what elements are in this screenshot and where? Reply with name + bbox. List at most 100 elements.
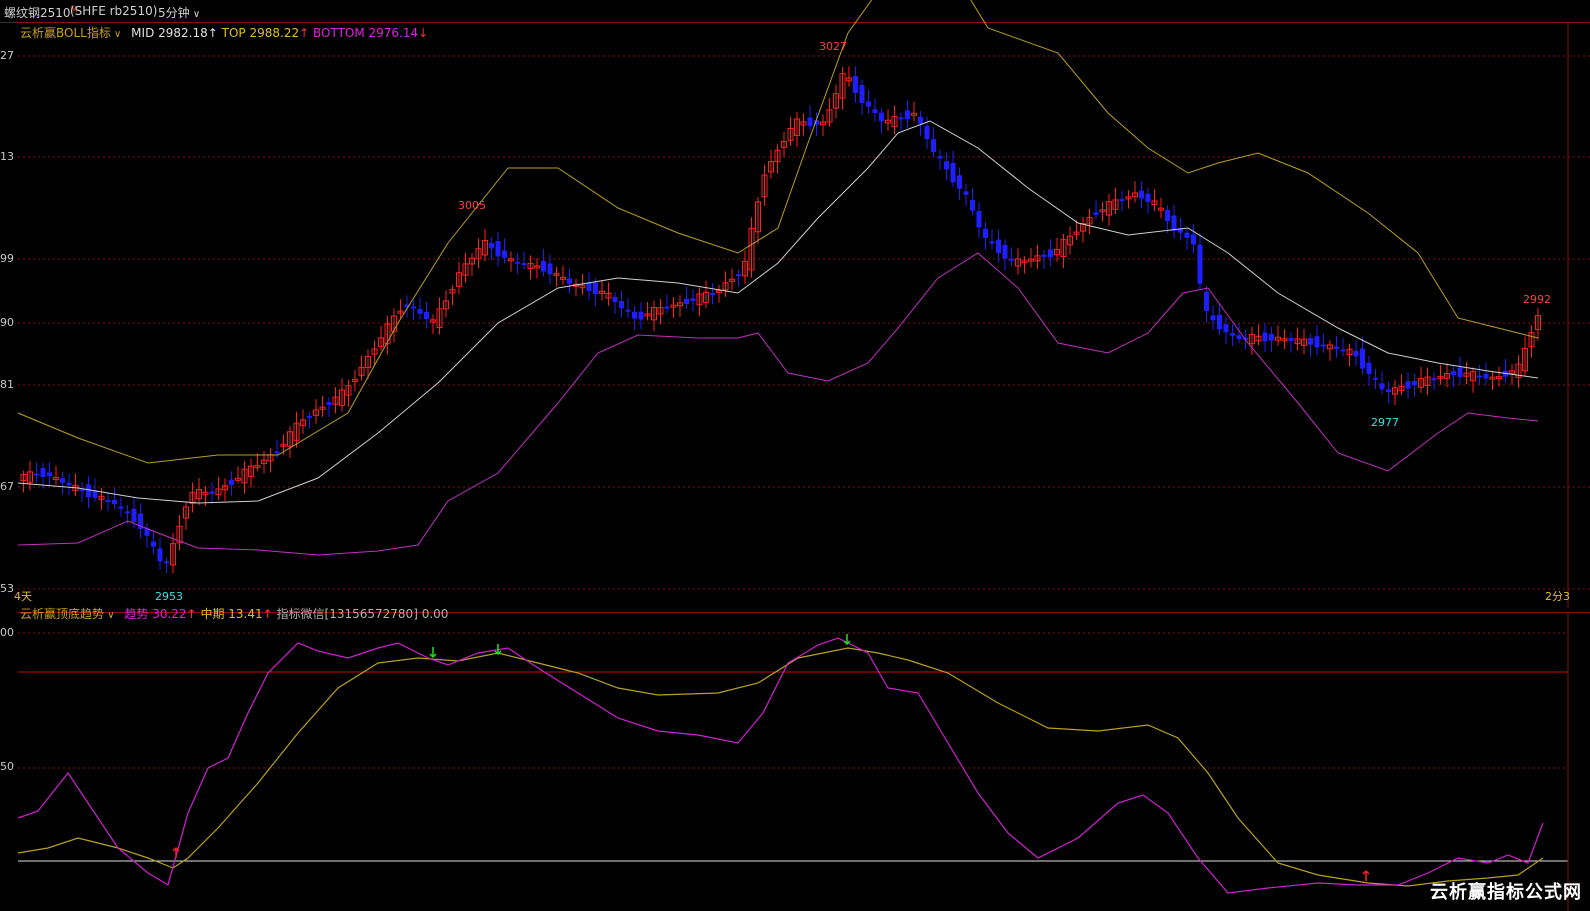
candle-down: [1191, 234, 1196, 245]
boll-bottom-line: [17, 252, 1539, 556]
candle-down: [164, 561, 169, 564]
midterm-label: 中期: [200, 607, 225, 621]
midterm-value: 13.41: [228, 607, 263, 621]
candle-down: [495, 241, 501, 257]
candle-down: [638, 311, 644, 320]
candle-down: [632, 311, 637, 319]
y-tick: 99: [0, 252, 14, 265]
y-tick: 13: [0, 150, 14, 163]
candle-down: [625, 309, 631, 312]
candle-down: [151, 541, 156, 547]
candle-down: [1405, 381, 1411, 389]
candle-down: [1184, 232, 1190, 238]
candle-down: [1386, 389, 1391, 393]
candle-down: [1360, 348, 1365, 369]
candle-down: [307, 415, 312, 418]
sub-indicator-header: 云析赢顶底趋势 ∨ 趋势 30.22↑ 中期 13.41↑ 指标微信[13156…: [20, 605, 448, 622]
candle-down: [853, 76, 858, 93]
candle-down: [40, 467, 46, 478]
sell-signal-arrow-icon: [843, 634, 851, 646]
candle-down: [1334, 346, 1339, 349]
midterm-line: [17, 647, 1544, 887]
candle-down: [612, 296, 618, 303]
top-arrow: ↑: [299, 26, 310, 40]
top-value: TOP 2988.22: [221, 26, 300, 40]
main-indicator-name[interactable]: 云析赢BOLL指标: [20, 26, 111, 40]
trend-arrow: ↑: [186, 607, 197, 621]
candle-down: [866, 101, 871, 107]
sell-signal-arrow-icon: [429, 647, 437, 659]
candle-down: [996, 239, 1001, 254]
main-chart-pane[interactable]: [17, 0, 1590, 608]
candle-down: [1262, 332, 1268, 342]
time-label-left: 4天: [14, 590, 32, 603]
candle-down: [690, 298, 696, 302]
candle-down: [872, 109, 878, 114]
candle-down: [105, 499, 111, 502]
candle-down: [924, 126, 930, 139]
candle-down: [1412, 380, 1417, 386]
candle-down: [60, 478, 65, 483]
candle-down: [963, 191, 969, 195]
candle-down: [131, 508, 137, 523]
candle-down: [1451, 371, 1456, 376]
candle-down: [905, 110, 910, 120]
y-tick: 53: [0, 582, 14, 595]
candle-down: [489, 242, 494, 249]
y-tick: 67: [0, 480, 14, 493]
candle-down: [950, 162, 956, 183]
price-annotation-last: 2992: [1523, 293, 1551, 306]
period-selector[interactable]: 5分钟 ∨: [158, 4, 200, 21]
candle-down: [859, 84, 865, 104]
candle-down: [619, 300, 624, 309]
sub-y-tick: 50: [0, 760, 14, 773]
y-tick: 90: [0, 316, 14, 329]
candle-down: [1308, 338, 1313, 345]
candle-down: [1119, 199, 1125, 202]
price-annotation-high: 3027: [819, 40, 847, 53]
candle-down: [1431, 378, 1437, 381]
trend-line: [17, 637, 1544, 894]
candle-down: [34, 473, 39, 476]
candle-down: [86, 484, 91, 498]
candle-down: [879, 112, 884, 122]
candle-down: [1321, 344, 1326, 347]
candle-down: [1204, 291, 1209, 312]
candle-down: [983, 228, 988, 239]
candle-down: [1457, 367, 1463, 378]
price-annotation-low: 2953: [155, 590, 183, 603]
boll-mid-line: [17, 120, 1539, 504]
sub-y-tick: 00: [0, 626, 14, 639]
price-annotation-high: 3005: [458, 199, 486, 212]
candle-down: [66, 482, 72, 486]
candle-down: [521, 263, 527, 266]
candle-down: [931, 139, 936, 152]
midterm-arrow: ↑: [262, 607, 273, 621]
chevron-down-icon[interactable]: ∨: [111, 29, 121, 40]
candle-down: [1145, 193, 1151, 202]
candle-down: [209, 491, 215, 494]
candle-down: [684, 298, 689, 305]
candle-down: [118, 506, 124, 509]
trend-indicator-chart[interactable]: [17, 613, 1590, 911]
bottom-value: BOTTOM 2976.14: [312, 26, 419, 40]
candle-down: [989, 241, 995, 244]
candle-down: [1009, 258, 1014, 261]
candlestick-chart[interactable]: [17, 0, 1590, 608]
candle-down: [1353, 350, 1359, 357]
y-tick: 81: [0, 378, 14, 391]
symbol-name[interactable]: 螺纹钢2510M: [4, 4, 77, 21]
candle-down: [1217, 314, 1222, 330]
candle-down: [515, 261, 520, 264]
candle-down: [157, 548, 163, 562]
chevron-down-icon: ∨: [189, 9, 201, 20]
candle-down: [424, 311, 429, 320]
sub-indicator-name[interactable]: 云析赢顶底趋势: [20, 607, 104, 621]
candle-down: [1210, 315, 1216, 321]
sub-chart-pane[interactable]: [17, 612, 1590, 911]
chevron-down-icon[interactable]: ∨: [104, 610, 114, 621]
price-annotation-low: 2977: [1371, 416, 1399, 429]
candle-down: [1269, 333, 1274, 341]
buy-signal-arrow-icon: [1362, 869, 1370, 881]
candle-down: [1002, 244, 1008, 259]
